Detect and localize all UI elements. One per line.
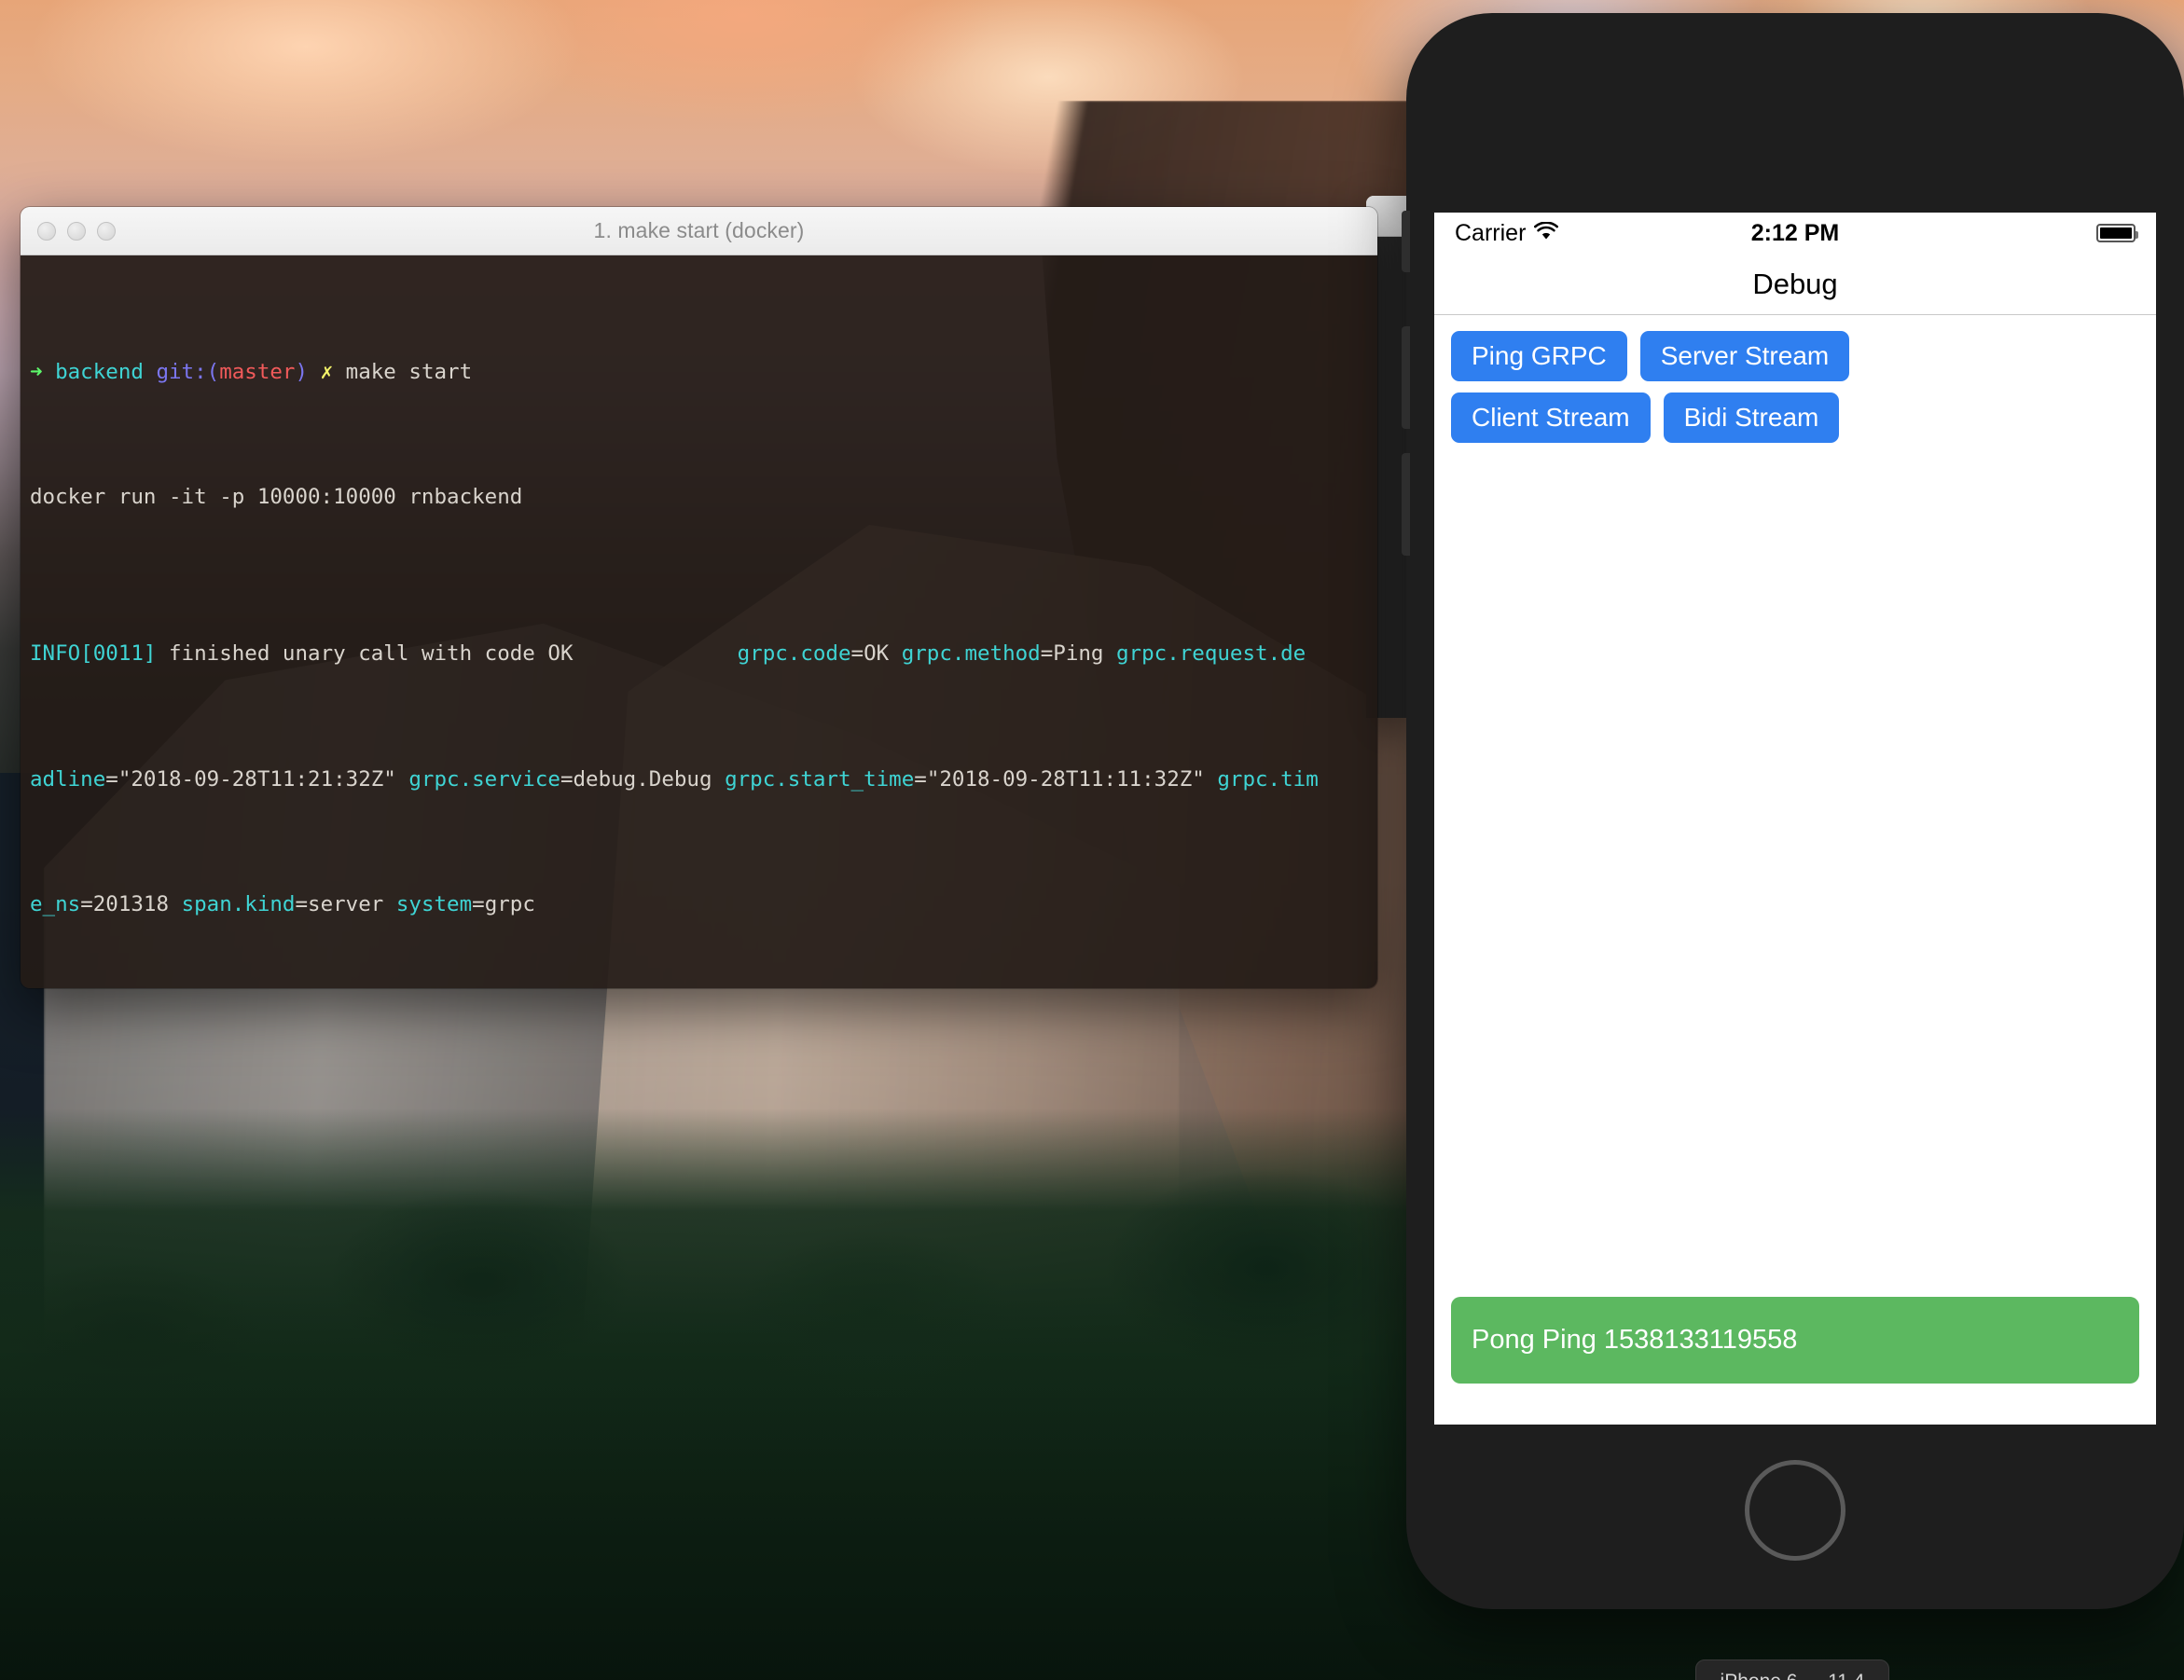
prompt-git-suffix: )	[295, 359, 309, 384]
action-button-row: Client Stream Bidi Stream	[1451, 392, 2139, 443]
terminal-titlebar[interactable]: 1. make start (docker)	[21, 207, 1377, 255]
bidi-stream-button[interactable]: Bidi Stream	[1663, 392, 1840, 443]
prompt-git-prefix: git:(	[156, 359, 220, 384]
terminal-line-docker-run: docker run -it -p 10000:10000 rnbackend	[30, 485, 523, 510]
battery-icon	[2096, 224, 2138, 242]
action-button-row: Ping GRPC Server Stream	[1451, 331, 2139, 381]
home-button[interactable]	[1745, 1460, 1845, 1561]
log-field-key: e_ns	[30, 891, 81, 916]
response-toast: Pong Ping 1538133119558	[1451, 1297, 2139, 1384]
log-field-value: server	[308, 891, 384, 916]
app-content: Ping GRPC Server Stream Client Stream Bi…	[1434, 315, 2156, 1425]
log-field-key: system	[395, 891, 473, 916]
prompt-git-branch: master	[219, 359, 296, 384]
log-field-key: adline	[30, 766, 106, 792]
ping-grpc-button[interactable]: Ping GRPC	[1451, 331, 1627, 381]
log-field-value: grpc	[484, 891, 535, 916]
page-title: Debug	[1752, 267, 1838, 300]
prompt-cwd: backend	[55, 359, 144, 384]
desktop: 1. make start (docker) ➜ backend git:(ma…	[0, 0, 2184, 1680]
volume-up-button[interactable]	[1402, 326, 1410, 429]
action-button-grid: Ping GRPC Server Stream Client Stream Bi…	[1434, 315, 2156, 443]
terminal-title: 1. make start (docker)	[593, 218, 805, 242]
log-field-key: grpc.request.de	[1116, 641, 1306, 667]
log-entry-1-line-3: e_ns=201318 span.kind=server system=grpc	[30, 891, 535, 916]
silent-switch-button[interactable]	[1402, 211, 1410, 272]
prompt-dirty-icon: ✗	[320, 359, 334, 384]
log-field-key: span.kind	[181, 891, 296, 916]
status-bar-right	[2096, 224, 2138, 242]
log-field-key: grpc.method	[901, 641, 1041, 667]
log-field-value: 201318	[92, 891, 170, 916]
log-field-value: "2018-09-28T11:11:32Z"	[926, 766, 1205, 792]
log-field-value: debug.Debug	[573, 766, 712, 792]
log-field-value: OK	[864, 641, 890, 667]
status-bar: Carrier 2:12 PM	[1434, 213, 2156, 254]
log-entry-1-line-2: adline="2018-09-28T11:21:32Z" grpc.servi…	[30, 766, 1319, 792]
log-field-key: grpc.code	[737, 641, 851, 667]
simulator-device-label: iPhone 6 — 11.4	[1695, 1659, 1889, 1680]
server-stream-button[interactable]: Server Stream	[1639, 331, 1850, 381]
phone-frame: Carrier 2:12 PM Debug Ping GRPC Server S…	[1402, 13, 2184, 1609]
log-field-key: grpc.tim	[1217, 766, 1319, 792]
terminal-output[interactable]: ➜ backend git:(master) ✗ make start dock…	[21, 255, 1377, 988]
log-field-key: grpc.start_time	[725, 766, 915, 792]
status-bar-time: 2:12 PM	[1750, 219, 1840, 246]
log-field-value: "2018-09-28T11:21:32Z"	[117, 766, 396, 792]
ios-simulator-window[interactable]: Carrier 2:12 PM Debug Ping GRPC Server S…	[1402, 13, 2184, 1641]
prompt-command: make start	[345, 359, 473, 384]
client-stream-button[interactable]: Client Stream	[1451, 392, 1651, 443]
volume-down-button[interactable]	[1402, 453, 1410, 556]
log-field-key: grpc.service	[408, 766, 560, 792]
log-field-value: Ping	[1053, 641, 1104, 667]
log-message: finished unary call with code OK	[169, 641, 574, 667]
terminal-window[interactable]: 1. make start (docker) ➜ backend git:(ma…	[21, 207, 1377, 988]
log-entry-1-line-1: INFO[0011] finished unary call with code…	[30, 641, 1306, 667]
prompt-arrow-icon: ➜	[30, 359, 43, 384]
navigation-bar: Debug	[1434, 254, 2156, 315]
log-level: INFO[0011]	[30, 641, 157, 667]
terminal-prompt-line: ➜ backend git:(master) ✗ make start	[30, 357, 1377, 389]
phone-screen[interactable]: Carrier 2:12 PM Debug Ping GRPC Server S…	[1434, 213, 2156, 1425]
